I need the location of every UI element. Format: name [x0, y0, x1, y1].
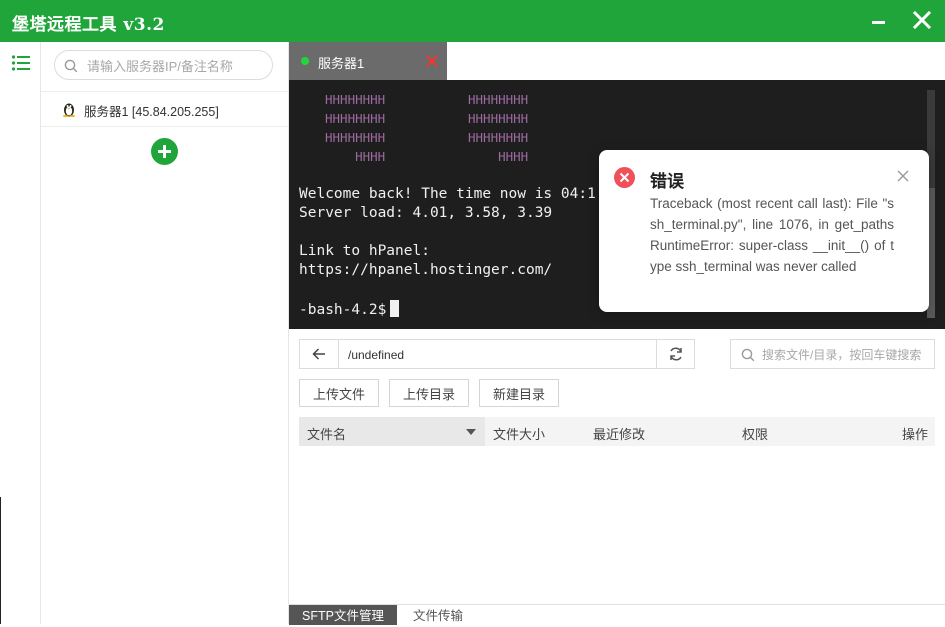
back-button[interactable] [300, 340, 339, 368]
terminal-prompt: -bash-4.2$ [299, 300, 400, 318]
bottom-tabbar: SFTP文件管理 文件传输 [289, 604, 945, 625]
terminal-cursor [390, 300, 400, 317]
terminal-logo-line: HHHHHHHH HHHHHHHH [325, 111, 529, 126]
tab-server1[interactable]: 服务器1 [289, 42, 447, 80]
refresh-icon [670, 347, 682, 361]
sort-desc-icon[interactable] [466, 429, 476, 435]
error-icon [614, 167, 635, 188]
new-directory-button[interactable]: 新建目录 [479, 379, 559, 407]
close-window-button[interactable] [910, 8, 934, 32]
add-server-button[interactable] [151, 138, 178, 165]
terminal-logo-line: HHHHHHHH HHHHHHHH [325, 92, 529, 107]
column-modified[interactable]: 最近修改 [593, 424, 645, 443]
list-menu-icon[interactable] [11, 54, 31, 72]
terminal-line: Server load: 4.01, 3.58, 3.39 [299, 205, 553, 221]
error-message: Traceback (most recent call last): File … [650, 196, 894, 274]
close-icon [912, 10, 932, 30]
app-title: 堡塔远程工具 v3.2 [12, 15, 165, 35]
minimize-button[interactable] [868, 10, 890, 32]
tab-sftp[interactable]: SFTP文件管理 [289, 605, 397, 625]
terminal-line: https://hpanel.hostinger.com/ [299, 262, 553, 278]
close-tab-icon[interactable] [425, 54, 439, 68]
server-search [54, 50, 273, 80]
search-icon [741, 348, 755, 362]
path-input[interactable] [346, 346, 650, 364]
close-toast-icon[interactable] [896, 169, 910, 183]
tab-file-transfer[interactable]: 文件传输 [413, 605, 463, 625]
upload-directory-button[interactable]: 上传目录 [389, 379, 469, 407]
path-bar [299, 339, 695, 369]
title-bar: 堡塔远程工具 v3.2 [0, 0, 945, 42]
refresh-button[interactable] [656, 340, 695, 368]
file-table-header: 文件名 文件大小 最近修改 权限 操作 [299, 417, 935, 446]
column-name[interactable]: 文件名 [307, 424, 346, 443]
terminal-logo-line: HHHHHHHH HHHHHHHH [325, 130, 529, 145]
session-tabbar: 服务器1 [289, 42, 945, 80]
search-icon [64, 59, 78, 73]
upload-file-button[interactable]: 上传文件 [299, 379, 379, 407]
file-search [730, 339, 935, 369]
file-search-input[interactable] [760, 346, 934, 364]
terminal-logo-line: HHHH HHHH [325, 149, 529, 164]
server-search-input[interactable] [85, 56, 269, 76]
error-title: 错误 [650, 172, 684, 191]
column-actions: 操作 [902, 427, 929, 442]
arrow-left-icon [312, 348, 325, 360]
connection-status-dot [301, 57, 309, 65]
window-edge [0, 497, 1, 624]
terminal-line: Link to hPanel: [299, 243, 430, 259]
left-rail [0, 42, 41, 624]
server-list-item[interactable]: 服务器1 [45.84.205.255] [41, 91, 288, 127]
column-size[interactable]: 文件大小 [493, 424, 545, 443]
server-label: 服务器1 [45.84.205.255] [84, 105, 219, 119]
server-panel: 服务器1 [45.84.205.255] [41, 42, 289, 624]
terminal-line: Welcome back! The time now is 04:1 [299, 186, 596, 202]
tab-label: 服务器1 [318, 56, 365, 71]
linux-tux-icon [63, 103, 75, 117]
column-permissions[interactable]: 权限 [742, 424, 768, 443]
error-toast: 错误 Traceback (most recent call last): Fi… [599, 150, 929, 312]
prompt-text: -bash-4.2$ [299, 302, 387, 318]
